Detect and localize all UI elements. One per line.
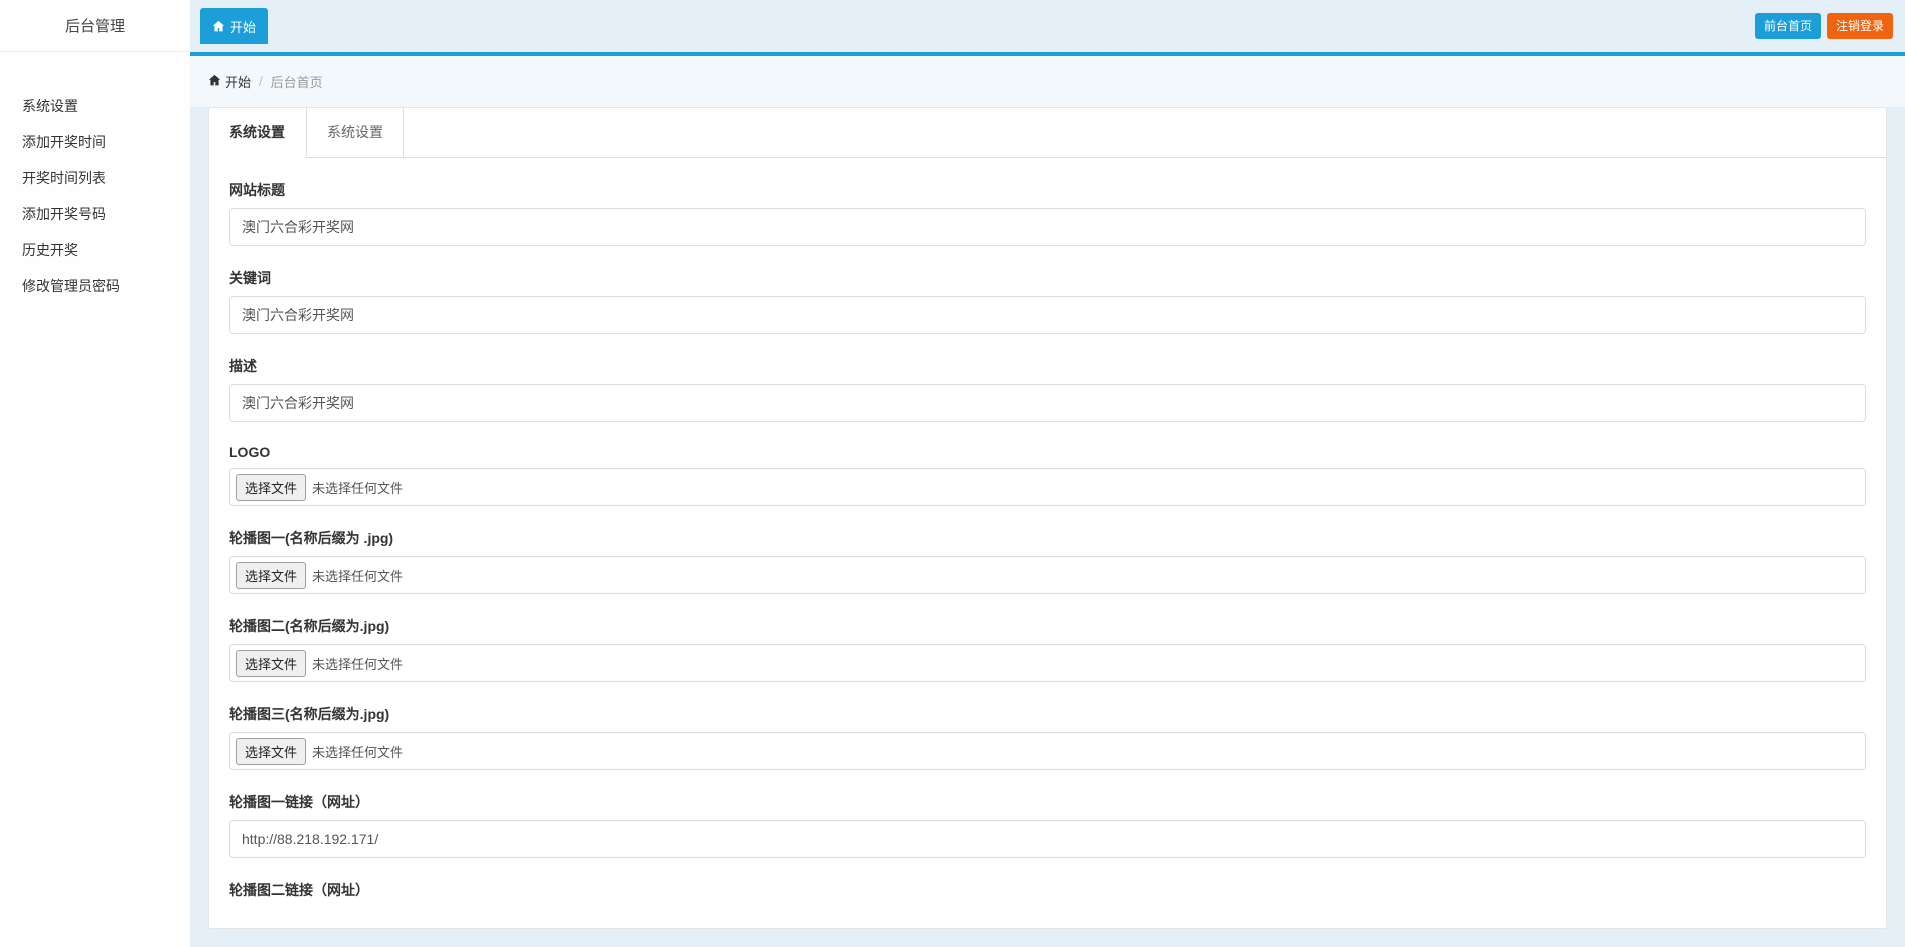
input-keywords[interactable] — [229, 296, 1866, 334]
main-content: 开始 前台首页 注销登录 开始 / 后台首页 系统设置 系统设置 — [190, 0, 1905, 947]
tab-system-settings-2[interactable]: 系统设置 — [306, 108, 404, 157]
form-group-logo: LOGO 选择文件 未选择任何文件 — [229, 444, 1866, 506]
sidebar-menu: 系统设置 添加开奖时间 开奖时间列表 添加开奖号码 历史开奖 修改管理员密码 — [0, 52, 190, 304]
choose-file-button-carousel2[interactable]: 选择文件 — [236, 650, 306, 677]
topbar-right: 前台首页 注销登录 — [1755, 13, 1893, 40]
file-input-carousel3[interactable]: 选择文件 未选择任何文件 — [229, 732, 1866, 770]
breadcrumb-home-label: 开始 — [225, 72, 251, 91]
form-group-carousel3: 轮播图三(名称后缀为.jpg) 选择文件 未选择任何文件 — [229, 704, 1866, 770]
topbar-left: 开始 — [190, 0, 268, 52]
label-carousel1-link: 轮播图一链接（网址） — [229, 792, 1866, 812]
label-carousel2: 轮播图二(名称后缀为.jpg) — [229, 616, 1866, 636]
label-logo: LOGO — [229, 444, 1866, 460]
form-group-carousel1-link: 轮播图一链接（网址） — [229, 792, 1866, 858]
tab-start[interactable]: 开始 — [200, 8, 268, 44]
sidebar-title: 后台管理 — [0, 0, 190, 52]
form-group-carousel1: 轮播图一(名称后缀为 .jpg) 选择文件 未选择任何文件 — [229, 528, 1866, 594]
sidebar-item-history-draw[interactable]: 历史开奖 — [0, 232, 190, 268]
form-group-carousel2-link: 轮播图二链接（网址） — [229, 880, 1866, 900]
choose-file-button-logo[interactable]: 选择文件 — [236, 474, 306, 501]
home-icon — [208, 74, 221, 90]
sidebar: 后台管理 系统设置 添加开奖时间 开奖时间列表 添加开奖号码 历史开奖 修改管理… — [0, 0, 190, 947]
tab-start-label: 开始 — [230, 17, 256, 36]
choose-file-button-carousel1[interactable]: 选择文件 — [236, 562, 306, 589]
label-carousel2-link: 轮播图二链接（网址） — [229, 880, 1866, 900]
home-icon — [212, 20, 225, 33]
file-status-carousel2: 未选择任何文件 — [312, 654, 403, 673]
sidebar-item-system-settings[interactable]: 系统设置 — [0, 88, 190, 124]
file-input-carousel1[interactable]: 选择文件 未选择任何文件 — [229, 556, 1866, 594]
sidebar-item-add-draw-time[interactable]: 添加开奖时间 — [0, 124, 190, 160]
input-carousel1-link[interactable] — [229, 820, 1866, 858]
form-group-carousel2: 轮播图二(名称后缀为.jpg) 选择文件 未选择任何文件 — [229, 616, 1866, 682]
panel: 系统设置 系统设置 网站标题 关键词 描述 LOGO — [208, 107, 1887, 929]
file-status-carousel1: 未选择任何文件 — [312, 566, 403, 585]
file-input-carousel2[interactable]: 选择文件 未选择任何文件 — [229, 644, 1866, 682]
logout-button[interactable]: 注销登录 — [1827, 13, 1893, 40]
sidebar-item-draw-time-list[interactable]: 开奖时间列表 — [0, 160, 190, 196]
label-carousel1: 轮播图一(名称后缀为 .jpg) — [229, 528, 1866, 548]
tab-content: 网站标题 关键词 描述 LOGO 选择文件 未选择任何文件 — [209, 180, 1886, 928]
label-keywords: 关键词 — [229, 268, 1866, 288]
choose-file-button-carousel3[interactable]: 选择文件 — [236, 738, 306, 765]
file-input-logo[interactable]: 选择文件 未选择任何文件 — [229, 468, 1866, 506]
breadcrumb-home[interactable]: 开始 — [208, 72, 251, 91]
label-site-title: 网站标题 — [229, 180, 1866, 200]
topbar: 开始 前台首页 注销登录 — [190, 0, 1905, 52]
tabs: 系统设置 系统设置 — [209, 108, 1886, 158]
front-page-button[interactable]: 前台首页 — [1755, 13, 1821, 40]
breadcrumb-separator: / — [259, 74, 263, 89]
label-carousel3: 轮播图三(名称后缀为.jpg) — [229, 704, 1866, 724]
label-description: 描述 — [229, 356, 1866, 376]
input-site-title[interactable] — [229, 208, 1866, 246]
form-group-site-title: 网站标题 — [229, 180, 1866, 246]
sidebar-item-add-draw-number[interactable]: 添加开奖号码 — [0, 196, 190, 232]
file-status-carousel3: 未选择任何文件 — [312, 742, 403, 761]
tab-system-settings-1[interactable]: 系统设置 — [209, 108, 306, 158]
sidebar-item-change-admin-password[interactable]: 修改管理员密码 — [0, 268, 190, 304]
breadcrumb: 开始 / 后台首页 — [190, 56, 1905, 107]
breadcrumb-current: 后台首页 — [271, 72, 323, 91]
form-group-description: 描述 — [229, 356, 1866, 422]
file-status-logo: 未选择任何文件 — [312, 478, 403, 497]
form-group-keywords: 关键词 — [229, 268, 1866, 334]
input-description[interactable] — [229, 384, 1866, 422]
